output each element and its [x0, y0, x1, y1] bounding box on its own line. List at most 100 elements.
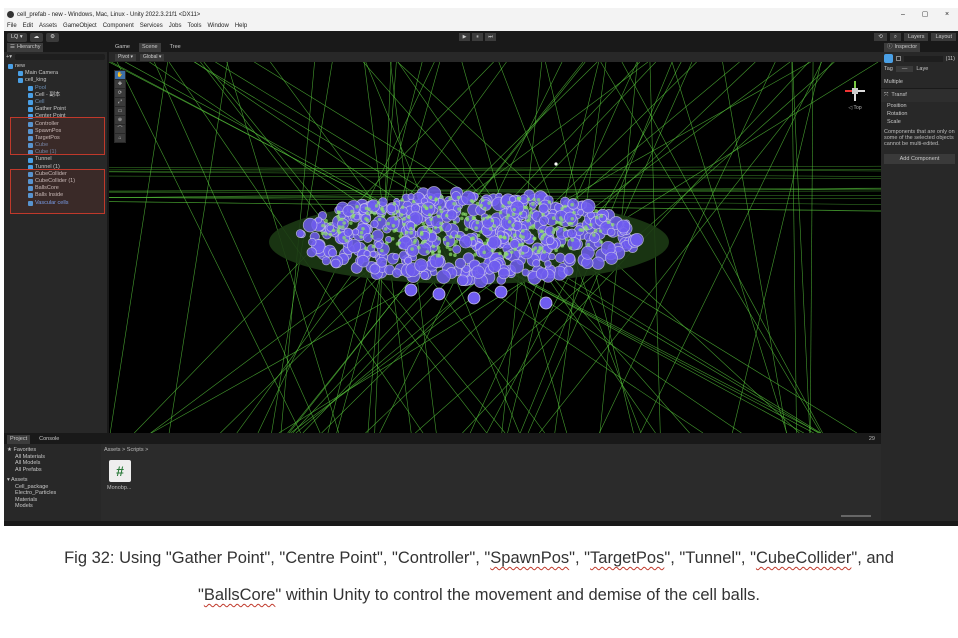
tab-project[interactable]: Project [7, 435, 31, 444]
project-breadcrumb: Assets > Scripts > [104, 447, 149, 453]
tab-scene[interactable]: Scene [138, 43, 161, 52]
favorite-item[interactable]: All Prefabs [7, 467, 96, 474]
add-icon[interactable]: +▾ [6, 54, 12, 60]
tab-hierarchy[interactable]: ☰ Hierarchy [7, 43, 44, 52]
zoom-slider[interactable] [841, 515, 871, 517]
scene-gizmo[interactable]: ◁ Top [843, 79, 867, 111]
unity-editor-screenshot: cell_prefab - new - Windows, Mac, Linux … [4, 8, 958, 526]
hierarchy-search-input[interactable] [14, 53, 105, 60]
hierarchy-item[interactable]: Tunnel [4, 156, 107, 163]
scene-tool-button[interactable]: ⌒ [115, 125, 125, 133]
particle [483, 241, 488, 246]
hierarchy-item[interactable]: Cell [4, 99, 107, 106]
step-button[interactable]: ⏭ [485, 33, 496, 41]
cell-ball [456, 274, 469, 287]
menu-assets[interactable]: Assets [39, 23, 57, 29]
particle [610, 222, 615, 227]
particle [498, 210, 503, 215]
scene-viewport[interactable] [109, 62, 881, 433]
cell-ball [544, 260, 552, 268]
settings-icon[interactable]: ⚙ [46, 32, 60, 42]
particle [479, 230, 483, 234]
particle [570, 202, 574, 207]
scene-tool-button[interactable]: ⊕ [115, 116, 125, 124]
particle [570, 238, 575, 242]
hierarchy-item[interactable]: Pool [4, 85, 107, 92]
scene-tool-button[interactable]: ⤢ [115, 98, 125, 106]
particle [521, 228, 525, 233]
cell-ball [369, 263, 381, 275]
hierarchy-item[interactable]: Main Camera [4, 70, 107, 77]
tag-dropdown[interactable]: — [895, 66, 914, 72]
tag-label: Tag [884, 66, 893, 72]
particle [364, 206, 369, 211]
tab-inspector[interactable]: ⓘ Inspector [884, 43, 921, 52]
hierarchy-item[interactable]: Cell - 副本 [4, 92, 107, 99]
cloud-icon[interactable]: ☁ [29, 32, 44, 42]
component-title[interactable]: Transf [891, 92, 906, 99]
menu-window[interactable]: Window [207, 23, 228, 29]
account-button[interactable]: LQ ▾ [7, 32, 27, 42]
layout-dropdown[interactable]: Layout [931, 33, 956, 41]
particle [390, 236, 395, 241]
search-icon[interactable]: ⌕ [889, 33, 901, 41]
unity-logo-icon [7, 11, 14, 18]
cell-ball [352, 228, 360, 236]
particle [586, 242, 591, 247]
play-button[interactable]: ▶ [459, 33, 470, 41]
cell-ball [538, 203, 549, 214]
menu-edit[interactable]: Edit [23, 23, 33, 29]
highlight-box-colliders [10, 169, 105, 214]
asset-folder[interactable]: Models [7, 503, 96, 510]
tab-console[interactable]: Console [36, 435, 62, 444]
pivot-dropdown[interactable]: Pivot ▾ [115, 53, 137, 61]
pause-button[interactable]: ⏸ [472, 33, 483, 41]
scene-tool-button[interactable]: ⌂ [115, 134, 125, 142]
scene-tool-button[interactable]: ⟳ [115, 89, 125, 97]
particle [452, 202, 456, 206]
name-field[interactable] [904, 55, 943, 62]
menu-services[interactable]: Services [140, 23, 163, 29]
minimize-button[interactable]: – [892, 8, 914, 21]
particle [435, 253, 440, 258]
script-name[interactable]: Monobp... [107, 485, 131, 491]
scene-tool-button[interactable]: ▭ [115, 107, 125, 115]
close-button[interactable]: × [936, 8, 958, 21]
history-icon[interactable]: ⟲ [874, 33, 887, 41]
cell-ball [430, 215, 444, 228]
hierarchy-item[interactable]: Gather Point [4, 106, 107, 113]
particle [520, 251, 525, 256]
menu-gameobject[interactable]: GameObject [63, 23, 97, 29]
particle [512, 233, 517, 237]
hierarchy-item[interactable]: cell_king [4, 77, 107, 84]
particle [342, 221, 346, 225]
multi-edit-note: Components that are only on some of the … [884, 129, 955, 147]
particle [383, 227, 388, 231]
add-component-button[interactable]: Add Component [884, 154, 955, 164]
tab-game[interactable]: Game [112, 43, 133, 52]
hierarchy-item[interactable]: new [4, 63, 107, 70]
scene-tool-button[interactable]: ✥ [115, 80, 125, 88]
cell-ball [591, 256, 605, 270]
layers-dropdown[interactable]: Layers [903, 33, 929, 41]
particle [490, 248, 495, 253]
menu-file[interactable]: File [7, 23, 17, 29]
particle [376, 200, 381, 205]
particle [402, 222, 406, 227]
gather-point-marker [554, 162, 558, 166]
global-dropdown[interactable]: Global ▾ [140, 53, 165, 61]
cell-ball [548, 252, 556, 261]
particle [370, 234, 374, 239]
csharp-script-icon[interactable]: # [109, 460, 131, 482]
menu-help[interactable]: Help [235, 23, 247, 29]
particle [386, 221, 391, 226]
menu-tools[interactable]: Tools [187, 23, 201, 29]
particle [422, 204, 427, 208]
menu-jobs[interactable]: Jobs [169, 23, 182, 29]
scene-tool-button[interactable]: ✋ [115, 71, 125, 79]
tab-tree[interactable]: Tree [167, 43, 184, 52]
menu-component[interactable]: Component [103, 23, 134, 29]
cell-ball [555, 252, 566, 263]
active-checkbox[interactable] [896, 56, 901, 61]
maximize-button[interactable]: ▢ [914, 8, 936, 21]
